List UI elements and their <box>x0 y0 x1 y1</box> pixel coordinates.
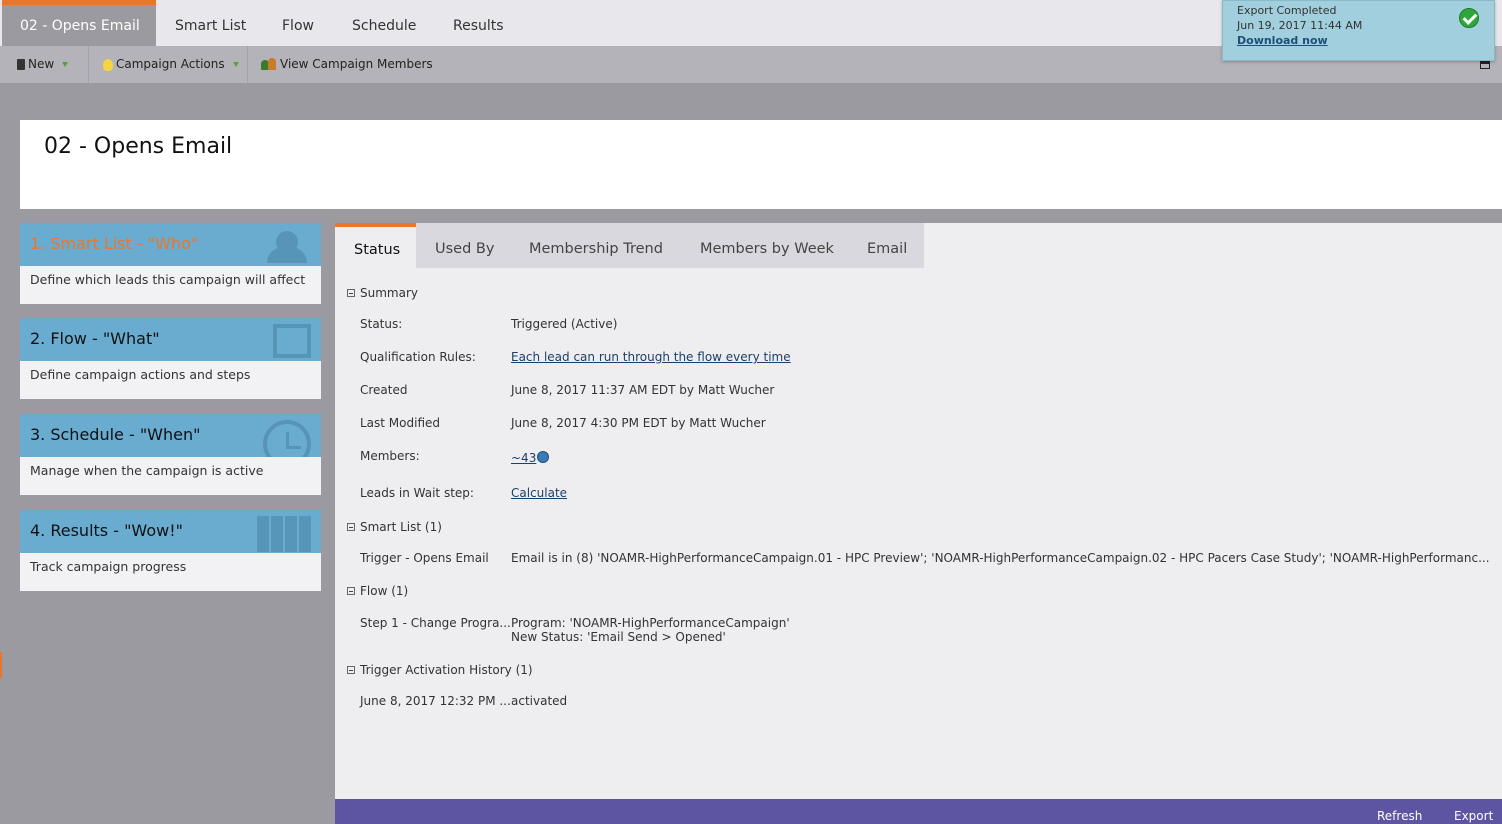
dropdown-caret-icon <box>62 62 69 67</box>
status-value: Triggered (Active) <box>511 317 618 331</box>
flow-step-label: Step 1 - Change Progra... <box>360 616 511 630</box>
field-label: Members: <box>360 449 420 463</box>
card-header: 3. Schedule - "When" <box>20 414 321 457</box>
collapse-icon <box>347 587 355 595</box>
field-label: Last Modified <box>360 416 441 430</box>
summary-section-toggle[interactable]: Summary <box>347 286 418 300</box>
new-icon <box>17 59 25 70</box>
card-description: Define which leads this campaign will af… <box>20 266 321 304</box>
card-header: 2. Flow - "What" <box>20 318 321 361</box>
table-icon <box>257 516 311 552</box>
collapse-icon <box>347 666 355 674</box>
smart-list-section-toggle[interactable]: Smart List (1) <box>347 520 442 534</box>
tab-flow[interactable]: Flow <box>282 0 314 46</box>
export-notification: Export Completed Jun 19, 2017 11:44 AM D… <box>1222 0 1495 61</box>
new-label: New <box>28 57 55 71</box>
tab-status[interactable]: Status <box>335 223 416 268</box>
trigger-label: Trigger - Opens Email <box>360 551 489 565</box>
history-action: activated <box>511 694 568 708</box>
section-header: Smart List (1) <box>360 520 442 534</box>
view-campaign-members-button[interactable]: View Campaign Members <box>261 46 433 83</box>
history-date: June 8, 2017 12:32 PM ... <box>360 694 511 708</box>
tab-campaign[interactable]: 02 - Opens Email <box>2 0 156 46</box>
section-header: Flow (1) <box>360 584 409 598</box>
card-description: Define campaign actions and steps <box>20 361 321 399</box>
collapse-icon <box>347 523 355 531</box>
trigger-value: Email is in (8) 'NOAMR-HighPerformanceCa… <box>511 551 1490 565</box>
card-description: Manage when the campaign is active <box>20 457 321 495</box>
card-title: 1. Smart List - "Who" <box>30 234 199 253</box>
tab-results[interactable]: Results <box>453 0 504 46</box>
flow-section-toggle[interactable]: Flow (1) <box>347 584 408 598</box>
page-title: 02 - Opens Email <box>44 134 233 159</box>
tab-email[interactable]: Email <box>867 223 907 268</box>
history-section-toggle[interactable]: Trigger Activation History (1) <box>347 663 533 677</box>
members-value: ~43 <box>511 451 550 465</box>
section-header: Summary <box>360 286 418 300</box>
notification-title: Export Completed <box>1237 4 1337 17</box>
schedule-card[interactable]: 3. Schedule - "When" Manage when the cam… <box>20 414 321 495</box>
card-header: 4. Results - "Wow!" <box>20 510 321 553</box>
qualification-rules-link[interactable]: Each lead can run through the flow every… <box>511 350 791 364</box>
panel-footer: Refresh Export <box>335 799 1502 824</box>
field-label: Created <box>360 383 408 397</box>
tab-schedule[interactable]: Schedule <box>352 0 416 46</box>
card-title: 4. Results - "Wow!" <box>30 521 183 540</box>
toolbar-divider <box>247 46 248 83</box>
campaign-actions-label: Campaign Actions <box>116 57 225 71</box>
field-label: Qualification Rules: <box>360 350 476 364</box>
export-button[interactable]: Export <box>1454 809 1493 823</box>
section-header: Trigger Activation History (1) <box>360 663 533 677</box>
flow-card[interactable]: 2. Flow - "What" Define campaign actions… <box>20 318 321 399</box>
clock-icon <box>263 420 311 457</box>
card-description: Track campaign progress <box>20 553 321 591</box>
results-card[interactable]: 4. Results - "Wow!" Track campaign progr… <box>20 510 321 591</box>
restore-window-icon[interactable] <box>1480 61 1490 69</box>
calculate-link[interactable]: Calculate <box>511 486 567 500</box>
title-panel: 02 - Opens Email <box>20 120 1502 209</box>
tab-membership-trend[interactable]: Membership Trend <box>529 223 663 268</box>
flow-step-program: Program: 'NOAMR-HighPerformanceCampaign' <box>511 616 790 630</box>
download-now-link[interactable]: Download now <box>1237 34 1328 47</box>
tab-smart-list[interactable]: Smart List <box>175 0 246 46</box>
last-modified-value: June 8, 2017 4:30 PM EDT by Matt Wucher <box>511 416 766 430</box>
card-header: 1. Smart List - "Who" <box>20 223 321 266</box>
view-members-label: View Campaign Members <box>280 57 433 71</box>
flow-step-status: New Status: 'Email Send > Opened' <box>511 630 726 644</box>
flow-icon <box>273 324 311 358</box>
toolbar-divider <box>88 46 89 83</box>
field-label: Leads in Wait step: <box>360 486 474 500</box>
people-icon <box>261 58 277 71</box>
field-label: Status: <box>360 317 403 331</box>
created-value: June 8, 2017 11:37 AM EDT by Matt Wucher <box>511 383 775 397</box>
notification-timestamp: Jun 19, 2017 11:44 AM <box>1237 19 1363 32</box>
people-icon <box>263 229 311 263</box>
smart-list-card[interactable]: 1. Smart List - "Who" Define which leads… <box>20 223 321 304</box>
new-menu-button[interactable]: New <box>17 46 69 83</box>
card-title: 3. Schedule - "When" <box>30 425 201 444</box>
tab-members-by-week[interactable]: Members by Week <box>700 223 834 268</box>
lightbulb-icon <box>103 58 113 71</box>
panel-tab-bar: Status Used By Membership Trend Members … <box>335 223 924 268</box>
globe-icon[interactable] <box>537 451 550 463</box>
members-count-link[interactable]: ~43 <box>511 451 536 465</box>
campaign-actions-button[interactable]: Campaign Actions <box>103 46 239 83</box>
status-panel <box>335 223 1502 824</box>
left-edge-marker <box>0 652 2 678</box>
dropdown-caret-icon <box>232 62 239 67</box>
collapse-icon <box>347 289 355 297</box>
card-title: 2. Flow - "What" <box>30 329 160 348</box>
refresh-button[interactable]: Refresh <box>1377 809 1422 823</box>
tab-used-by[interactable]: Used By <box>435 223 494 268</box>
check-icon <box>1459 8 1479 28</box>
